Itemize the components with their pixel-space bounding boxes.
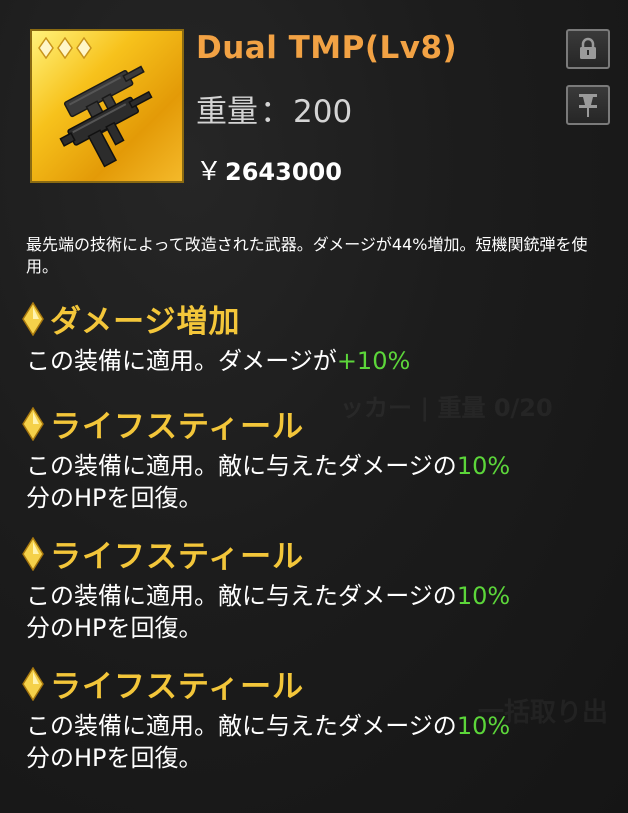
skill-desc-suffix: 分のHPを回復。 <box>26 614 203 642</box>
skill-value: 10% <box>456 712 511 740</box>
skill-desc-1: この装備に適用。ダメージが+10% <box>26 345 616 377</box>
pin-icon <box>579 94 597 117</box>
item-detail-panel: ッカー | 重量 0/20 一括取り出 Dual TMP(Lv8) 重量：200… <box>0 0 628 813</box>
item-icon-frame <box>30 29 184 183</box>
diamond-bullet-icon <box>22 301 44 336</box>
skill-desc-text: この装備に適用。敵に与えたダメージの <box>26 452 457 480</box>
lock-icon <box>580 37 596 59</box>
lock-button[interactable] <box>566 29 610 69</box>
item-description: 最先端の技術によって改造された武器。ダメージが44%増加。短機関銃弾を使用。 <box>26 235 588 276</box>
skill-desc-2: この装備に適用。敵に与えたダメージの10% 分のHPを回復。 <box>26 450 616 514</box>
weight-label: 重量 <box>196 94 258 130</box>
price-value: 2643000 <box>225 158 342 186</box>
skill-value: 10% <box>456 582 511 610</box>
yen-symbol: ￥ <box>196 157 223 187</box>
skill-title-text: ライフスティール <box>50 539 305 575</box>
skill-desc-text: この装備に適用。ダメージが <box>26 347 337 375</box>
weight-value: 200 <box>293 94 353 130</box>
skill-desc-4: この装備に適用。敵に与えたダメージの10% 分のHPを回復。 <box>26 710 616 774</box>
skill-title-text: ライフスティール <box>50 409 305 445</box>
diamond-bullet-icon <box>22 536 44 571</box>
diamond-bullet-icon <box>22 406 44 441</box>
dual-smg-icon <box>59 65 153 168</box>
skill-title-2: ライフスティール <box>22 401 304 446</box>
skill-desc-3: この装備に適用。敵に与えたダメージの10% 分のHPを回復。 <box>26 580 616 644</box>
skill-desc-text: この装備に適用。敵に与えたダメージの <box>26 582 457 610</box>
skill-title-1: ダメージ増加 <box>22 296 240 341</box>
item-name: Dual TMP(Lv8) <box>196 30 458 66</box>
pin-button[interactable] <box>566 85 610 125</box>
item-price: ￥ 2643000 <box>196 151 342 188</box>
skill-title-text: ライフスティール <box>50 669 305 705</box>
skill-desc-text: この装備に適用。敵に与えたダメージの <box>26 712 457 740</box>
item-weight: 重量：200 <box>196 86 352 131</box>
diamond-bullet-icon <box>22 666 44 701</box>
skill-desc-suffix: 分のHPを回復。 <box>26 484 203 512</box>
skill-title-text: ダメージ増加 <box>50 304 241 340</box>
skill-value: +10% <box>336 347 411 375</box>
background-stash-text: ッカー | 重量 0/20 <box>340 394 553 422</box>
skill-desc-suffix: 分のHPを回復。 <box>26 744 203 772</box>
weight-separator: ： <box>260 94 291 130</box>
skill-title-3: ライフスティール <box>22 531 304 576</box>
skill-value: 10% <box>456 452 511 480</box>
skill-title-4: ライフスティール <box>22 661 304 706</box>
